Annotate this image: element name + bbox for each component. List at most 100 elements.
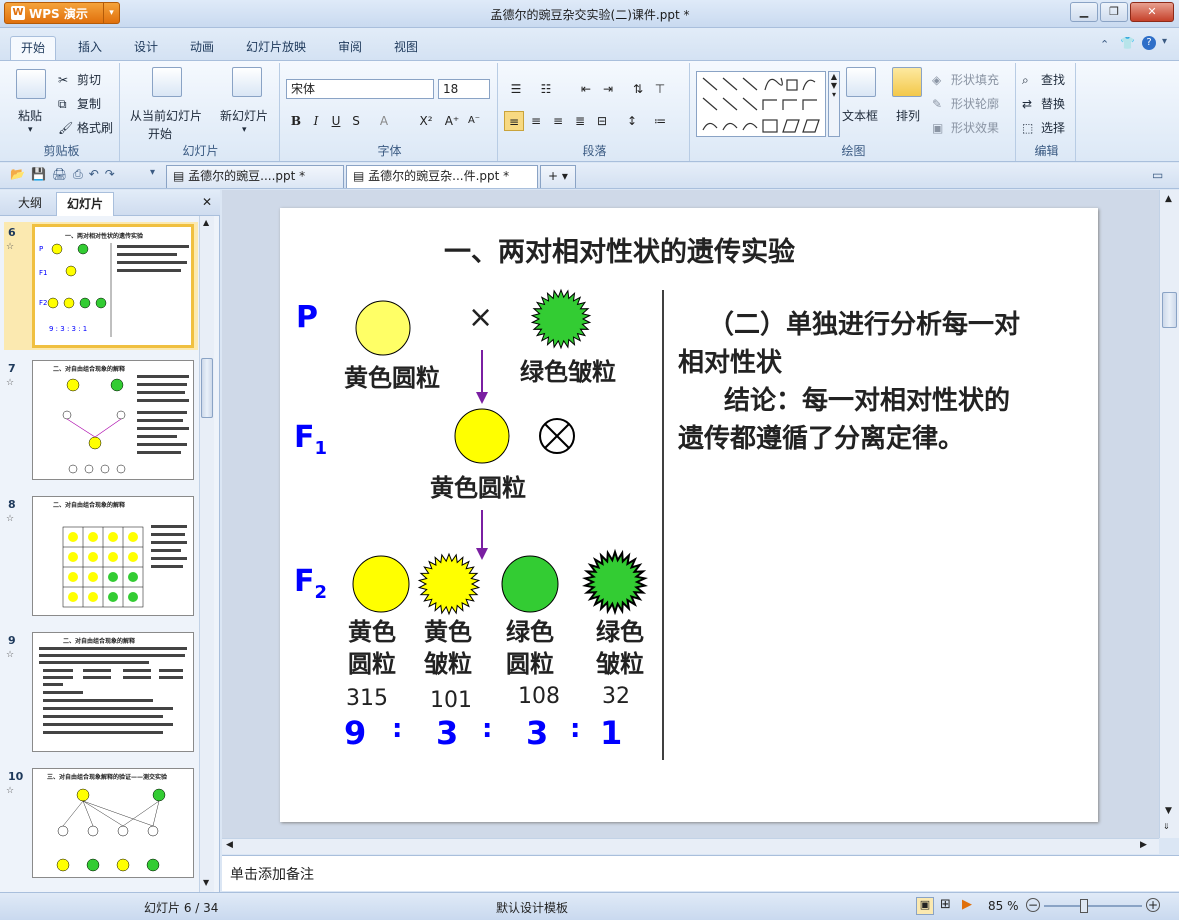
zoom-slider-track[interactable] xyxy=(1044,905,1142,907)
underline-button[interactable]: U xyxy=(326,111,346,131)
align-left-button[interactable]: ≡ xyxy=(504,111,524,131)
cut-button[interactable]: ✂ 剪切 xyxy=(58,71,101,89)
align-center-button[interactable]: ≡ xyxy=(526,111,546,131)
normal-view-icon[interactable]: ▣ xyxy=(916,897,934,915)
find-button[interactable]: ⌕ 查找 xyxy=(1022,71,1065,89)
canvas-vertical-scrollbar[interactable]: ▲ ▼ ⇓ xyxy=(1159,190,1179,838)
close-panel-icon[interactable]: ✕ xyxy=(202,195,212,209)
tab-outline[interactable]: 大纲 xyxy=(8,192,52,216)
slide-thumb-7[interactable]: 二、对自由组合现象的解释 xyxy=(32,360,194,480)
slideshow-view-icon[interactable]: ▶ xyxy=(962,897,972,912)
paragraph-spacing-button[interactable]: ≔ xyxy=(650,111,670,131)
replace-icon: ⇄ xyxy=(1022,96,1033,111)
help-dropdown-icon[interactable]: ▾ xyxy=(1162,36,1167,47)
paste-button[interactable]: 粘贴 xyxy=(18,107,42,124)
replace-button[interactable]: ⇄ 替换 xyxy=(1022,95,1065,113)
canvas-scrollbar-thumb[interactable] xyxy=(1162,292,1177,328)
new-slide-button[interactable]: 新幻灯片 xyxy=(220,107,268,124)
arrange-icon[interactable] xyxy=(892,67,922,97)
textbox-icon[interactable] xyxy=(846,67,876,97)
minimize-button[interactable]: ▁ xyxy=(1070,2,1098,22)
tab-review[interactable]: 审阅 xyxy=(328,36,372,60)
skin-icon[interactable]: 👕 xyxy=(1120,36,1135,50)
slides-panel-scrollbar[interactable]: ▲ ▼ xyxy=(199,216,214,892)
scroll-up-icon[interactable]: ▲ xyxy=(203,218,209,227)
next-slide-icon[interactable]: ⇓ xyxy=(1163,822,1170,831)
quick-access-dropdown-icon[interactable]: ▾ xyxy=(150,167,155,178)
tab-insert[interactable]: 插入 xyxy=(68,36,112,60)
scroll-left-icon[interactable]: ◀ xyxy=(226,840,233,850)
zoom-out-button[interactable]: − xyxy=(1026,898,1040,912)
new-slide-dropdown-icon[interactable]: ▾ xyxy=(242,125,247,135)
font-color-button[interactable]: A xyxy=(374,111,394,131)
shapes-gallery[interactable] xyxy=(696,71,826,137)
scroll-right-icon[interactable]: ▶ xyxy=(1140,840,1147,850)
bold-button[interactable]: B xyxy=(286,111,306,131)
notes-pane[interactable]: 单击添加备注 xyxy=(222,855,1179,891)
shape-outline-button[interactable]: ✎ 形状轮廓 xyxy=(932,95,999,113)
superscript-button[interactable]: X² xyxy=(416,111,436,131)
scroll-down-icon[interactable]: ▼ xyxy=(1165,806,1172,816)
strikethrough-button[interactable]: S xyxy=(346,111,366,131)
scrollbar-thumb[interactable] xyxy=(201,358,213,418)
maximize-button[interactable]: ❐ xyxy=(1100,2,1128,22)
text-direction-button[interactable]: ⇅ xyxy=(628,79,648,99)
tab-animation[interactable]: 动画 xyxy=(180,36,224,60)
slide-thumb-8[interactable]: 二、对自由组合现象的解释 xyxy=(32,496,194,616)
increase-indent-button[interactable]: ⇥ xyxy=(598,79,618,99)
ratio-sep-2: : xyxy=(482,714,493,744)
ribbon-collapse-icon[interactable]: ⌃ xyxy=(1100,38,1109,51)
shape-fill-button[interactable]: ◈ 形状填充 xyxy=(932,71,999,89)
sorter-view-icon[interactable]: ⊞ xyxy=(940,897,951,912)
justify-button[interactable]: ≣ xyxy=(570,111,590,131)
tab-view[interactable]: 视图 xyxy=(384,36,428,60)
font-name-select[interactable]: 宋体 xyxy=(286,79,434,99)
shapes-gallery-scroll[interactable]: ▲ ▼ ▾ xyxy=(828,71,840,137)
shrink-font-button[interactable]: A⁻ xyxy=(464,111,484,131)
scroll-up-icon[interactable]: ▲ xyxy=(1165,194,1172,204)
help-icon[interactable]: ? xyxy=(1142,36,1156,50)
zoom-in-button[interactable]: + xyxy=(1146,898,1160,912)
align-text-button[interactable]: ⊤ xyxy=(650,79,670,99)
paste-dropdown-icon[interactable]: ▾ xyxy=(28,125,33,135)
app-menu-button[interactable]: W WPS 演示 ▾ xyxy=(4,2,120,24)
close-button[interactable]: ✕ xyxy=(1130,2,1174,22)
tab-slides[interactable]: 幻灯片 xyxy=(56,192,115,216)
align-right-button[interactable]: ≡ xyxy=(548,111,568,131)
new-tab-button[interactable]: + ▾ xyxy=(540,165,576,188)
scroll-down-icon[interactable]: ▼ xyxy=(203,878,209,887)
slide-thumb-6[interactable]: 一、两对相对性状的遗传实验 P F1 F2 9 : 3 : 3 : 1 xyxy=(32,224,194,348)
zoom-slider-thumb[interactable] xyxy=(1080,899,1088,913)
slide-thumb-10[interactable]: 三、对自由组合现象解释的验证——测交实验 xyxy=(32,768,194,878)
slide[interactable]: 一、两对相对性状的遗传实验 P × 黄色圆粒 绿色皱粒 F1 黄色圆粒 F2 黄… xyxy=(280,208,1098,822)
new-slide-icon[interactable] xyxy=(232,67,262,97)
tab-home[interactable]: 开始 xyxy=(10,36,57,60)
doc-tab-2[interactable]: ▤ 孟德尔的豌豆杂...件.ppt * xyxy=(346,165,538,188)
decrease-indent-button[interactable]: ⇤ xyxy=(576,79,596,99)
line-spacing-button[interactable]: ↕ xyxy=(622,111,642,131)
arrange-button[interactable]: 排列 xyxy=(896,107,920,124)
shape-effect-button[interactable]: ▣ 形状效果 xyxy=(932,119,999,137)
canvas-horizontal-scrollbar[interactable]: ◀ ▶ xyxy=(222,838,1159,854)
play-from-current-button[interactable]: 从当前幻灯片 xyxy=(130,107,202,124)
bullets-button[interactable]: ☰ xyxy=(506,79,526,99)
textbox-button[interactable]: 文本框 xyxy=(842,107,878,124)
format-painter-button[interactable]: 🖌 格式刷 xyxy=(58,119,113,137)
play-from-current-icon[interactable] xyxy=(152,67,182,97)
play-from-current-start[interactable]: 开始 xyxy=(148,125,172,142)
paste-icon[interactable] xyxy=(16,69,46,99)
doc-tab-1[interactable]: ▤ 孟德尔的豌豆....ppt * xyxy=(166,165,344,188)
grow-font-button[interactable]: A⁺ xyxy=(442,111,462,131)
copy-button[interactable]: ⧉ 复制 xyxy=(58,95,101,113)
numbering-button[interactable]: ☷ xyxy=(536,79,556,99)
tab-list-icon[interactable]: ▭ xyxy=(1152,168,1163,182)
distribute-button[interactable]: ⊟ xyxy=(592,111,612,131)
quick-access-toolbar[interactable]: 📂💾🖨⎙↶↷ xyxy=(10,167,121,182)
slide-thumb-9[interactable]: 二、对自由组合现象的解释 xyxy=(32,632,194,752)
tab-slideshow[interactable]: 幻灯片放映 xyxy=(236,36,316,60)
font-size-select[interactable]: 18 xyxy=(438,79,490,99)
tab-design[interactable]: 设计 xyxy=(124,36,168,60)
select-button[interactable]: ⬚ 选择 xyxy=(1022,119,1065,137)
italic-button[interactable]: I xyxy=(306,111,326,131)
copy-icon: ⧉ xyxy=(58,96,67,111)
